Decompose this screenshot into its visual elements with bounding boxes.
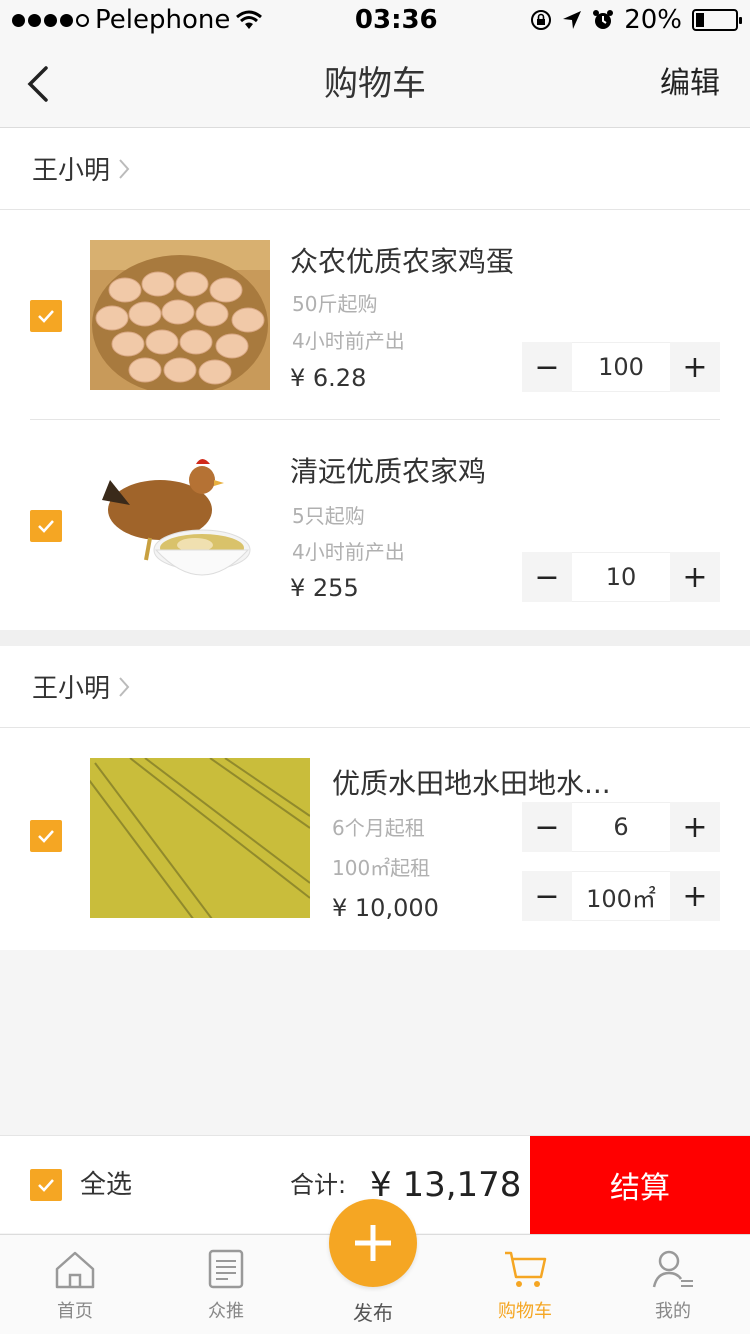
nav-bar: 购物车 编辑 — [0, 40, 750, 128]
cart-item: 众农优质农家鸡蛋 50斤起购 4小时前产出 ¥ 6.28 − 100 + — [0, 210, 750, 420]
increase-button[interactable]: + — [670, 552, 720, 602]
carrier-name: Pelephone — [95, 5, 231, 35]
edit-button[interactable]: 编辑 — [660, 40, 720, 128]
status-bar: Pelephone 03:36 20% — [0, 0, 750, 40]
item-min-order: 5只起购 — [292, 504, 365, 528]
signal-icon — [12, 13, 89, 27]
battery-level — [696, 13, 704, 27]
tab-label: 购物车 — [498, 1301, 552, 1322]
section-gap — [0, 630, 750, 646]
decrease-button[interactable]: − — [522, 552, 572, 602]
tab-label: 首页 — [57, 1301, 93, 1322]
check-icon — [38, 830, 54, 843]
select-all-label[interactable]: 全选 — [80, 1136, 132, 1234]
item-title: 众农优质农家鸡蛋 — [290, 245, 515, 278]
area-value[interactable]: 100㎡ — [572, 871, 670, 921]
tab-label: 发布 — [353, 1301, 393, 1325]
check-icon — [38, 1179, 54, 1192]
rotation-lock-icon — [531, 10, 552, 30]
item-produced-time: 4小时前产出 — [292, 329, 405, 353]
quantity-value[interactable]: 10 — [572, 552, 670, 602]
quantity-value[interactable]: 100 — [572, 342, 670, 392]
cart-content: 王小明 众农优质农家鸡蛋 50斤起购 4小时前产出 ¥ 6.28 − 100 +… — [0, 128, 750, 950]
item-min-order: 50斤起购 — [292, 292, 378, 316]
item-price: ¥ 255 — [290, 574, 359, 602]
status-time: 03:36 — [354, 5, 438, 35]
publish-button[interactable] — [329, 1199, 417, 1287]
duration-stepper: − 6 + — [522, 802, 720, 852]
item-checkbox[interactable] — [30, 820, 62, 852]
increase-button[interactable]: + — [670, 342, 720, 392]
increase-button[interactable]: + — [670, 802, 720, 852]
shop-header[interactable]: 王小明 — [0, 646, 750, 728]
decrease-button[interactable]: − — [522, 871, 572, 921]
battery-icon — [692, 9, 742, 31]
tab-promote[interactable]: 众推 — [176, 1235, 276, 1334]
status-left: Pelephone — [12, 5, 263, 35]
tab-home[interactable]: 首页 — [25, 1235, 125, 1334]
tab-label: 我的 — [655, 1301, 691, 1322]
battery-percent: 20% — [624, 5, 682, 35]
cart-icon — [505, 1251, 547, 1287]
item-price: ¥ 6.28 — [290, 364, 367, 392]
item-checkbox[interactable] — [30, 300, 62, 332]
status-right: 20% — [530, 5, 742, 35]
item-title: 优质水田地水田地水... — [332, 767, 611, 800]
location-icon — [563, 11, 582, 29]
tab-bar: 首页 众推 发布 购物车 我的 — [0, 1199, 750, 1334]
check-icon — [38, 520, 54, 533]
alarm-icon — [593, 10, 614, 29]
wifi-icon — [236, 10, 263, 29]
shop-header[interactable]: 王小明 — [0, 128, 750, 210]
checkout-button[interactable]: 结算 — [530, 1136, 750, 1234]
area-stepper: − 100㎡ + — [522, 871, 720, 921]
quantity-stepper: − 100 + — [522, 342, 720, 392]
cart-item: 优质水田地水田地水... 6个月起租 100㎡起租 ¥ 10,000 − 6 +… — [0, 728, 750, 950]
decrease-button[interactable]: − — [522, 802, 572, 852]
user-icon — [652, 1250, 693, 1288]
cart-item: 清远优质农家鸡 5只起购 4小时前产出 ¥ 255 − 10 + — [0, 420, 750, 630]
select-all-checkbox[interactable] — [30, 1169, 62, 1201]
shop-group: 王小明 优质水田地水田地水... 6个月起租 100㎡起租 ¥ 10,000 −… — [0, 646, 750, 950]
page-title: 购物车 — [324, 64, 426, 104]
shop-name: 王小明 — [32, 674, 111, 704]
quantity-stepper: − 10 + — [522, 552, 720, 602]
chevron-right-icon — [119, 676, 130, 697]
decrease-button[interactable]: − — [522, 342, 572, 392]
item-title: 清远优质农家鸡 — [290, 455, 487, 488]
item-price: ¥ 10,000 — [332, 894, 439, 922]
tab-mine[interactable]: 我的 — [623, 1235, 723, 1334]
home-icon — [55, 1251, 95, 1289]
item-min-rent: 6个月起租 — [332, 816, 425, 840]
field-image — [90, 758, 310, 918]
item-checkbox[interactable] — [30, 510, 62, 542]
check-icon — [38, 310, 54, 323]
duration-value[interactable]: 6 — [572, 802, 670, 852]
tab-cart[interactable]: 购物车 — [475, 1235, 575, 1334]
plus-icon — [355, 1225, 391, 1261]
item-min-area: 100㎡起租 — [332, 856, 431, 880]
shop-group: 王小明 众农优质农家鸡蛋 50斤起购 4小时前产出 ¥ 6.28 − 100 +… — [0, 128, 750, 630]
shop-name: 王小明 — [32, 156, 111, 186]
eggs-image — [90, 240, 270, 390]
item-produced-time: 4小时前产出 — [292, 540, 405, 564]
chevron-right-icon — [119, 158, 130, 179]
chicken-image — [90, 450, 270, 600]
tab-label: 众推 — [208, 1301, 244, 1322]
document-icon — [208, 1249, 244, 1289]
increase-button[interactable]: + — [670, 871, 720, 921]
